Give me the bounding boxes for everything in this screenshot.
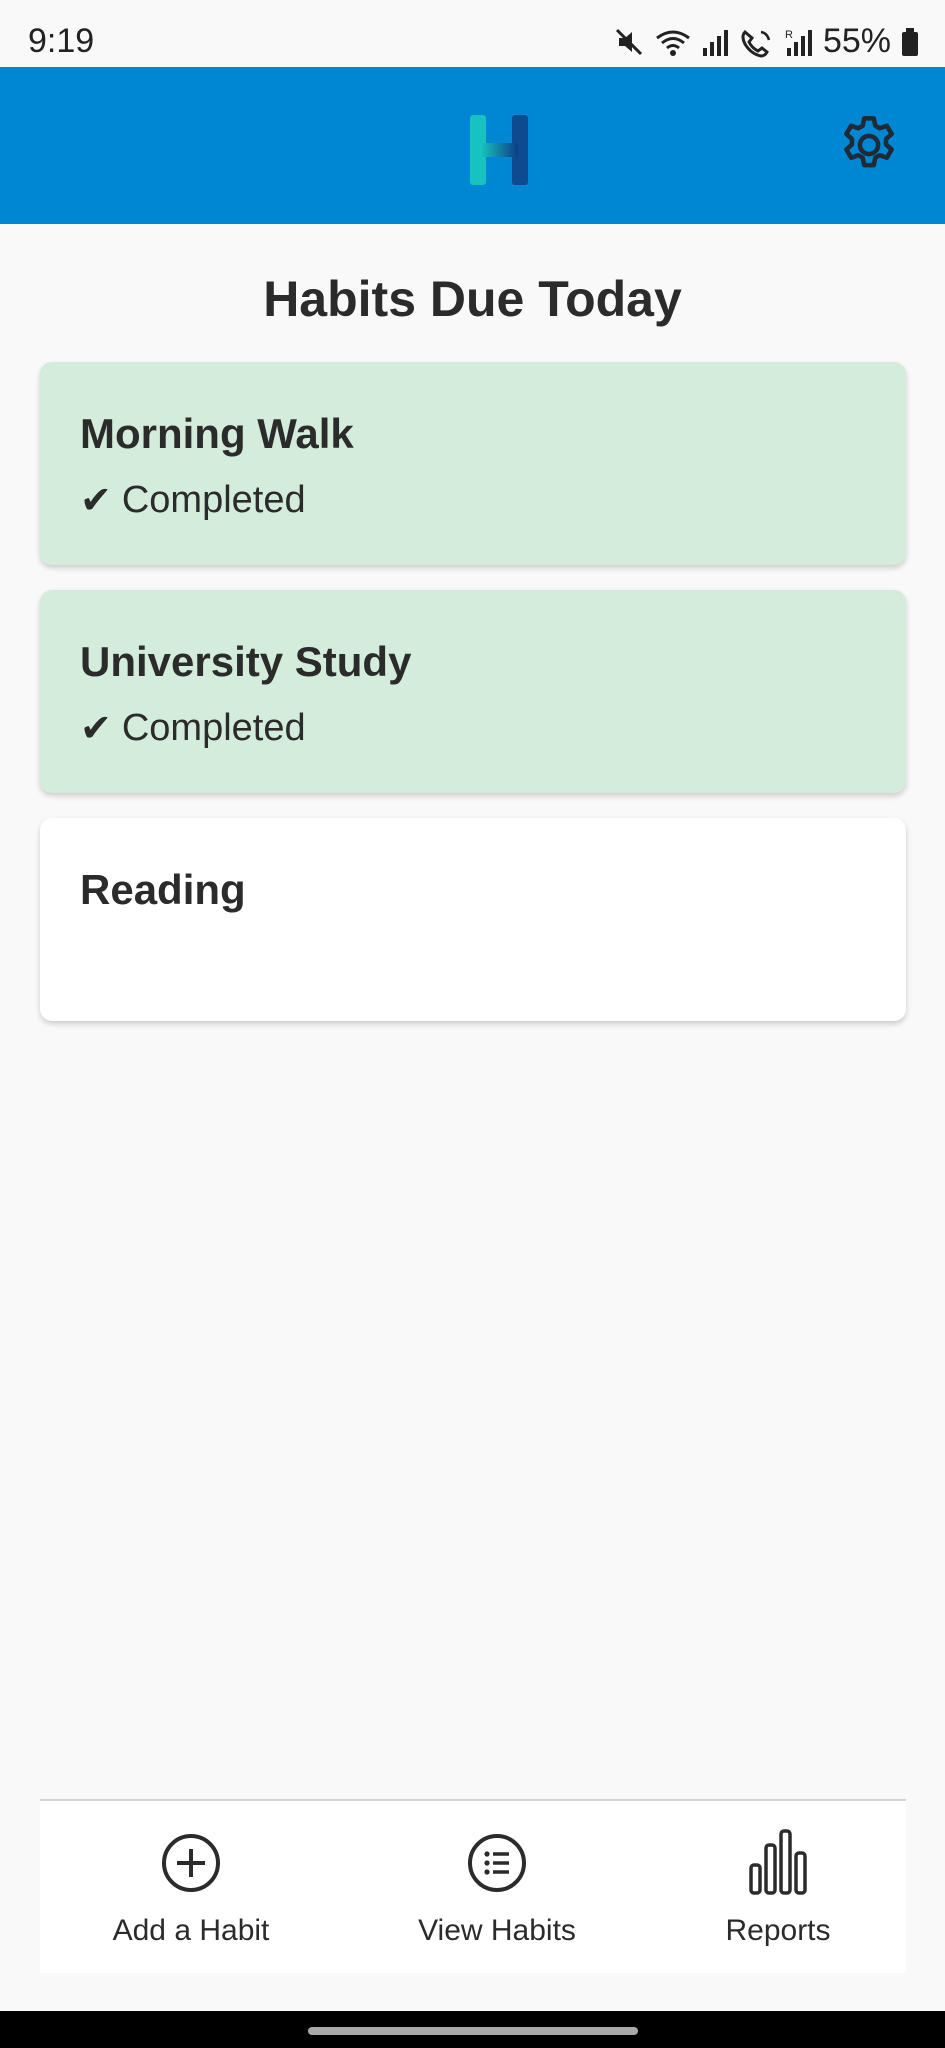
habit-status: ✔ Completed xyxy=(80,707,306,750)
screen: 9:19 R 55% Habits Due Today Morning Walk… xyxy=(0,0,945,2048)
mute-icon xyxy=(613,26,645,58)
battery-icon xyxy=(901,26,919,58)
checkmark-icon: ✔ xyxy=(80,707,112,750)
wifi-icon xyxy=(655,26,691,58)
checkmark-icon: ✔ xyxy=(80,479,112,522)
habit-card-reading[interactable]: Reading xyxy=(40,818,906,1021)
nav-label: Add a Habit xyxy=(112,1914,270,1947)
status-time: 9:19 xyxy=(28,22,95,60)
system-gesture-area xyxy=(0,2011,945,2048)
settings-button[interactable] xyxy=(833,111,905,183)
habit-card-university-study[interactable]: University Study ✔ Completed xyxy=(40,590,906,793)
habit-name: University Study xyxy=(80,638,412,685)
page-title: Habits Due Today xyxy=(263,271,682,327)
app-bar xyxy=(0,67,945,224)
habit-app-logo xyxy=(470,115,528,185)
bar-chart-icon xyxy=(746,1827,810,1895)
nav-add-habit[interactable]: Add a Habit xyxy=(81,1801,301,1975)
svg-text:R: R xyxy=(785,29,793,41)
plus-circle-icon xyxy=(159,1831,223,1895)
habit-status-label: Completed xyxy=(121,707,306,749)
list-icon xyxy=(465,1831,529,1895)
battery-percent: 55% xyxy=(822,22,891,60)
status-bar: 9:19 R 55% xyxy=(0,0,945,67)
nav-label: View Habits xyxy=(418,1914,576,1947)
wifi-calling-icon xyxy=(739,26,775,58)
nav-reports[interactable]: Reports xyxy=(668,1801,888,1975)
habit-status: ✔ Completed xyxy=(80,479,306,522)
status-icons: R 55% xyxy=(613,22,919,61)
nav-view-habits[interactable]: View Habits xyxy=(387,1801,607,1975)
bottom-nav: Add a Habit View Habits Reports xyxy=(40,1799,906,1973)
habit-name: Morning Walk xyxy=(80,410,354,457)
habit-name: Reading xyxy=(80,866,246,913)
habit-card-morning-walk[interactable]: Morning Walk ✔ Completed xyxy=(40,362,906,565)
signal-2-icon: R xyxy=(785,26,813,58)
nav-label: Reports xyxy=(725,1914,831,1947)
signal-icon xyxy=(701,26,729,58)
habit-status-label: Completed xyxy=(121,479,306,521)
gear-icon xyxy=(835,111,903,184)
home-gesture-handle[interactable] xyxy=(308,2027,638,2035)
